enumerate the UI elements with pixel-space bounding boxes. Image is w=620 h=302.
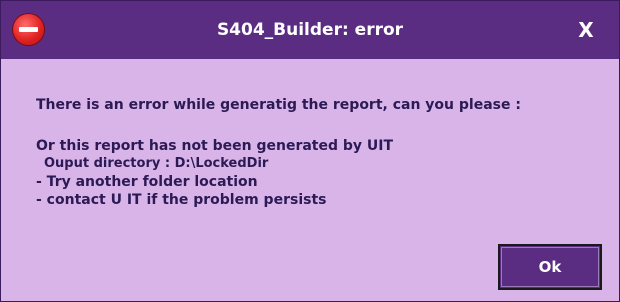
stop-icon — [13, 14, 44, 45]
message-line-4: - Try another folder location — [36, 174, 258, 190]
dialog-title: S404_Builder: error — [216, 20, 404, 40]
title-bar[interactable]: S404_Builder: error X — [1, 1, 619, 59]
error-dialog: S404_Builder: error X There is an error … — [0, 0, 620, 302]
ok-button[interactable]: Ok — [498, 244, 602, 290]
stop-icon-bar — [19, 27, 38, 32]
message-line-1: There is an error while generatig the re… — [36, 97, 521, 113]
output-directory-line: Ouput directory : D:\LockedDir — [44, 156, 269, 171]
message-line-2: Or this report has not been generated by… — [36, 138, 394, 154]
close-button[interactable]: X — [571, 1, 601, 59]
message-line-5: - contact U IT if the problem persists — [36, 192, 327, 208]
